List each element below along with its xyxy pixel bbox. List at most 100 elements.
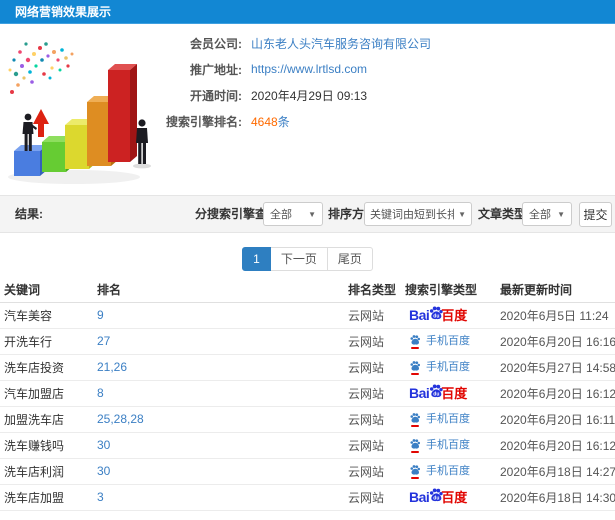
rank-cell: 21,26 bbox=[93, 354, 344, 381]
mobile-baidu-logo: 手机百度 bbox=[409, 360, 470, 375]
open-time-value: 2020年4月29日 09:13 bbox=[251, 88, 368, 103]
updated-time-cell: 2020年6月18日 14:27 bbox=[496, 458, 615, 485]
engine-type-cell: 手机百度 bbox=[401, 458, 496, 485]
keyword-cell: 开洗车行 bbox=[0, 328, 93, 355]
table-row: 开洗车行 27 云网站 手机百度 2020年6月20日 16:16 bbox=[0, 328, 615, 355]
table-row: 洗车赚钱吗 30 云网站 手机百度 2020年6月20日 16:12 bbox=[0, 432, 615, 459]
column-header-updated: 最新更新时间 bbox=[496, 278, 615, 303]
column-header-rank-type: 排名类型 bbox=[344, 278, 401, 303]
engine-filter-value: 全部 bbox=[270, 209, 292, 221]
rank-unit: 条 bbox=[277, 114, 290, 129]
keyword-cell: 洗车店利润 bbox=[0, 458, 93, 485]
keyword-cell: 洗车店加盟 bbox=[0, 484, 93, 511]
info-row-url: 推广地址: https://www.lrtlsd.com bbox=[158, 56, 431, 82]
article-type-select[interactable]: 全部 ▼ bbox=[522, 202, 572, 226]
result-label: 结果: bbox=[15, 207, 43, 221]
rank-type-cell: 云网站 bbox=[344, 432, 401, 459]
mobile-baidu-logo: 手机百度 bbox=[409, 438, 470, 453]
svg-text:du: du bbox=[434, 391, 440, 397]
rank-count: 4648 bbox=[251, 114, 278, 129]
svg-text:du: du bbox=[434, 313, 440, 319]
baidu-logo: Bai du 百度 bbox=[409, 487, 467, 508]
bar-chart-illustration bbox=[8, 42, 151, 184]
pagination: 1 下一页 尾页 bbox=[0, 247, 615, 271]
engine-type-cell: Bai du 百度 bbox=[401, 380, 496, 407]
table-row: 洗车店投资 21,26 云网站 手机百度 2020年5月27日 14:58 bbox=[0, 354, 615, 381]
rank-type-cell: 云网站 bbox=[344, 484, 401, 511]
rank-type-cell: 云网站 bbox=[344, 328, 401, 355]
engine-rank-value: 4648条 bbox=[251, 113, 290, 130]
titlebar: 网络营销效果展示 bbox=[0, 0, 615, 24]
table-row: 汽车美容 9 云网站 Bai du 百度 2020年6月5日 11:24 bbox=[0, 302, 615, 329]
rank-cell: 27 bbox=[93, 328, 344, 355]
baidu-paw-icon bbox=[410, 334, 420, 345]
updated-time-cell: 2020年6月20日 16:16 bbox=[496, 328, 615, 355]
engine-type-cell: Bai du 百度 bbox=[401, 484, 496, 511]
promo-url-link[interactable]: https://www.lrtlsd.com bbox=[251, 62, 367, 76]
engine-type-cell: 手机百度 bbox=[401, 354, 496, 381]
article-type-label: 文章类型 bbox=[478, 207, 527, 221]
rank-type-cell: 云网站 bbox=[344, 406, 401, 433]
engine-filter-select[interactable]: 全部 ▼ bbox=[263, 202, 323, 226]
keyword-cell: 汽车美容 bbox=[0, 302, 93, 329]
rank-cell: 9 bbox=[93, 302, 344, 329]
info-row-company: 会员公司: 山东老人头汽车服务咨询有限公司 bbox=[158, 30, 431, 56]
updated-time-cell: 2020年5月27日 14:58 bbox=[496, 354, 615, 381]
baidu-paw-icon bbox=[410, 412, 420, 423]
column-header-keyword: 关键词 bbox=[0, 278, 93, 303]
results-table-body: 汽车美容 9 云网站 Bai du 百度 2020年6月5日 11:24 开洗车行 … bbox=[0, 302, 615, 511]
table-row: 加盟洗车店 25,28,28 云网站 手机百度 2020年6月20日 16:11 bbox=[0, 406, 615, 433]
updated-time-cell: 2020年6月20日 16:11 bbox=[496, 406, 615, 433]
rank-type-cell: 云网站 bbox=[344, 380, 401, 407]
rank-cell: 3 bbox=[93, 484, 344, 511]
keyword-cell: 加盟洗车店 bbox=[0, 406, 93, 433]
page: 网络营销效果展示 会员公司: 山东老人头汽车服务咨询有限公司 推广地址: htt… bbox=[0, 0, 615, 520]
company-label: 会员公司: bbox=[190, 36, 242, 51]
results-table: 关键词 排名 排名类型 搜索引擎类型 最新更新时间 汽车美容 9 云网站 Bai… bbox=[0, 278, 615, 511]
updated-time-cell: 2020年6月20日 16:12 bbox=[496, 380, 615, 407]
rank-type-cell: 云网站 bbox=[344, 354, 401, 381]
red-underline bbox=[411, 424, 419, 427]
rank-type-cell: 云网站 bbox=[344, 302, 401, 329]
sort-value: 关键词由短到长排序 bbox=[370, 209, 455, 221]
red-underline bbox=[411, 450, 419, 453]
table-header-row: 关键词 排名 排名类型 搜索引擎类型 最新更新时间 bbox=[0, 278, 615, 303]
column-header-engine-type: 搜索引擎类型 bbox=[401, 278, 496, 303]
engine-type-cell: 手机百度 bbox=[401, 328, 496, 355]
red-underline bbox=[411, 372, 419, 375]
baidu-paw-icon bbox=[410, 464, 420, 475]
red-underline bbox=[411, 476, 419, 479]
rank-type-cell: 云网站 bbox=[344, 458, 401, 485]
rank-cell: 25,28,28 bbox=[93, 406, 344, 433]
table-row: 洗车店利润 30 云网站 手机百度 2020年6月18日 14:27 bbox=[0, 458, 615, 485]
info-row-open-time: 开通时间: 2020年4月29日 09:13 bbox=[158, 82, 431, 108]
pagination-current-page[interactable]: 1 bbox=[242, 247, 271, 271]
svg-text:du: du bbox=[434, 495, 440, 501]
page-title: 网络营销效果展示 bbox=[15, 5, 112, 19]
rank-cell: 8 bbox=[93, 380, 344, 407]
caret-down-icon: ▼ bbox=[458, 209, 466, 219]
mobile-baidu-logo: 手机百度 bbox=[409, 412, 470, 427]
updated-time-cell: 2020年6月20日 16:12 bbox=[496, 432, 615, 459]
caret-down-icon: ▼ bbox=[308, 209, 316, 219]
engine-rank-label: 搜索引擎排名: bbox=[166, 114, 242, 129]
company-link[interactable]: 山东老人头汽车服务咨询有限公司 bbox=[251, 35, 431, 52]
baidu-logo: Bai du 百度 bbox=[409, 383, 467, 404]
filter-bar: 结果: 分搜索引擎查看 全部 ▼ 排序方式 关键词由短到长排序 ▼ 文章类型 全… bbox=[0, 195, 615, 233]
baidu-paw-icon bbox=[410, 360, 420, 371]
caret-down-icon: ▼ bbox=[557, 209, 565, 219]
info-row-rank: 搜索引擎排名: 4648条 bbox=[158, 108, 431, 134]
up-arrow-icon bbox=[33, 109, 49, 137]
baidu-logo: Bai du 百度 bbox=[409, 305, 467, 326]
engine-type-cell: 手机百度 bbox=[401, 432, 496, 459]
sort-select[interactable]: 关键词由短到长排序 ▼ bbox=[364, 202, 472, 226]
pagination-last-button[interactable]: 尾页 bbox=[326, 247, 373, 271]
keyword-cell: 洗车店投资 bbox=[0, 354, 93, 381]
engine-type-cell: 手机百度 bbox=[401, 406, 496, 433]
open-time-label: 开通时间: bbox=[190, 88, 242, 103]
column-header-rank: 排名 bbox=[93, 278, 344, 303]
engine-type-cell: Bai du 百度 bbox=[401, 302, 496, 329]
pagination-next-button[interactable]: 下一页 bbox=[269, 247, 328, 271]
submit-button[interactable]: 提交 bbox=[579, 202, 612, 227]
confetti-dots bbox=[8, 42, 74, 94]
